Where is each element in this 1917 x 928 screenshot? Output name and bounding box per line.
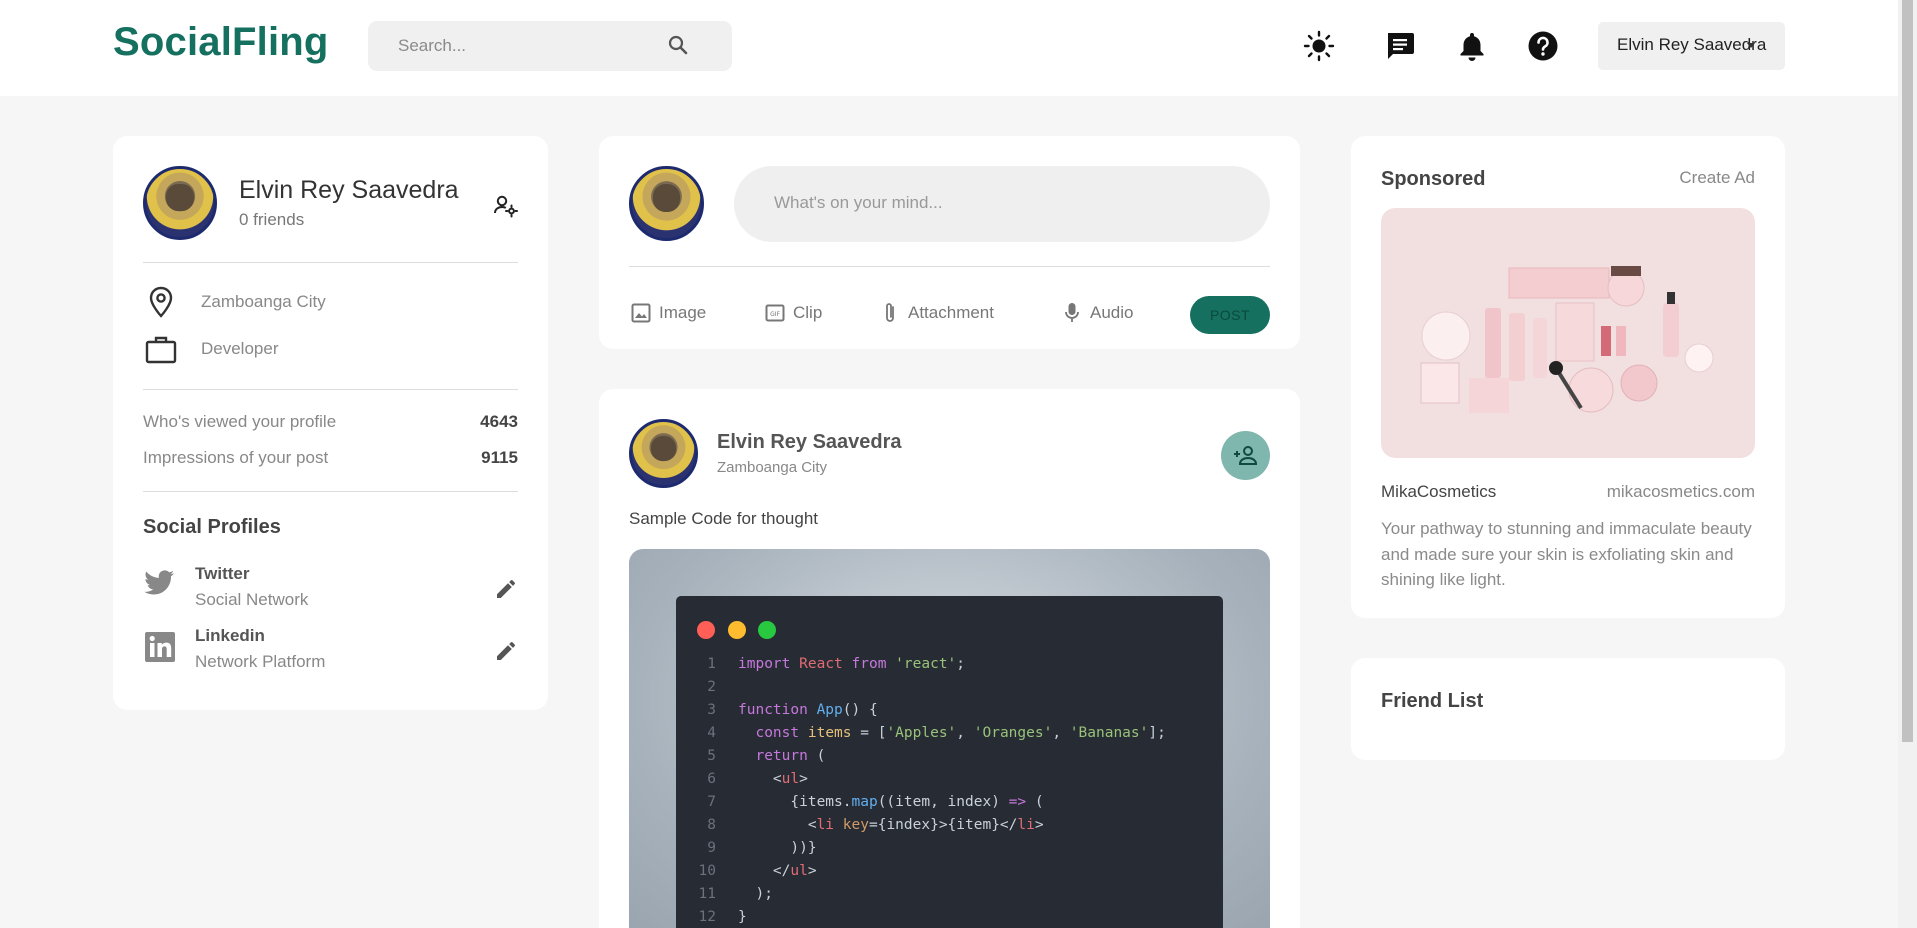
image-icon <box>631 303 651 323</box>
composer-clip-button[interactable]: Clip <box>793 303 822 323</box>
profile-occupation: Developer <box>201 339 279 358</box>
friend-list-title: Friend List <box>1381 690 1484 712</box>
composer-attachment-button[interactable]: Attachment <box>908 303 994 323</box>
location-pin-icon <box>149 286 173 318</box>
help-icon[interactable] <box>1526 29 1560 63</box>
composer-input[interactable]: What's on your mind... <box>734 166 1270 242</box>
edit-pencil-icon[interactable] <box>494 577 518 601</box>
search-input[interactable] <box>398 21 658 71</box>
linkedin-icon <box>145 632 175 662</box>
stat-value-impressions: 9115 <box>481 448 518 467</box>
post-author-name[interactable]: Elvin Rey Saavedra <box>717 431 902 454</box>
code-line: 11 ); <box>698 886 773 902</box>
profile-card: Elvin Rey Saavedra 0 friends Zamboanga C… <box>113 136 548 710</box>
social-linkedin-name[interactable]: Linkedin <box>195 626 265 646</box>
post-code-image[interactable]: 1 import React from 'react'; 2 3 function Ap… <box>629 549 1270 928</box>
top-navbar: SocialFling Elvin Rey Saavedra <box>0 0 1898 96</box>
code-line: 1 import React from 'react'; <box>707 656 966 672</box>
sponsored-description: Your pathway to stunning and immaculate … <box>1381 519 1752 589</box>
avatar[interactable] <box>629 419 698 488</box>
avatar[interactable] <box>143 166 217 240</box>
sponsored-ad-image[interactable] <box>1381 208 1755 458</box>
post-button[interactable]: POST <box>1190 296 1270 334</box>
profile-name[interactable]: Elvin Rey Saavedra <box>239 176 459 205</box>
page-scrollbar-thumb[interactable] <box>1902 0 1913 742</box>
stat-label-impressions: Impressions of your post <box>143 448 329 467</box>
sponsored-site-link[interactable]: mikacosmetics.com <box>1607 482 1755 502</box>
svg-text:GIF: GIF <box>770 311 780 318</box>
post-author-location: Zamboanga City <box>717 459 828 476</box>
code-line: 8 <li key={index}>{item}</li> <box>707 817 1044 833</box>
composer-image-button[interactable]: Image <box>659 303 706 323</box>
avatar[interactable] <box>629 166 704 241</box>
divider <box>143 389 518 390</box>
attachment-paperclip-icon <box>886 303 894 322</box>
code-line: 7 {items.map((item, index) => ( <box>707 794 1044 810</box>
code-line: 5 return ( <box>707 748 826 764</box>
code-line: 4 const items = ['Apples', 'Oranges', 'B… <box>707 725 1166 741</box>
code-line: 9 ))} <box>707 840 817 856</box>
sponsored-title: Sponsored <box>1381 168 1486 190</box>
code-line: 10 </ul> <box>698 863 817 879</box>
work-briefcase-icon <box>145 336 177 364</box>
manage-account-icon[interactable] <box>493 193 519 219</box>
friend-list-card: Friend List <box>1351 658 1785 760</box>
user-menu-name: Elvin Rey Saavedra <box>1617 35 1767 54</box>
twitter-icon <box>144 570 174 595</box>
divider <box>143 262 518 263</box>
code-line: 2 <box>707 679 716 695</box>
messages-icon[interactable] <box>1383 29 1417 63</box>
friends-count: 0 friends <box>239 210 305 229</box>
microphone-icon <box>1065 303 1079 322</box>
app-logo[interactable]: SocialFling <box>113 20 329 65</box>
post-composer: What's on your mind... Image GIF Clip At… <box>599 136 1300 349</box>
add-friend-button[interactable] <box>1221 431 1270 480</box>
chevron-down-icon <box>1747 43 1755 48</box>
social-linkedin-sub: Network Platform <box>195 652 326 671</box>
light-mode-icon[interactable] <box>1302 29 1336 63</box>
stat-value-profile-views: 4643 <box>480 412 518 431</box>
code-window: 1 import React from 'react'; 2 3 function Ap… <box>676 596 1223 928</box>
divider <box>143 491 518 492</box>
window-close-dot <box>697 621 715 639</box>
window-maximize-dot <box>758 621 776 639</box>
gif-clip-icon: GIF <box>765 304 785 322</box>
stat-label-profile-views: Who's viewed your profile <box>143 412 337 431</box>
user-menu-select[interactable]: Elvin Rey Saavedra <box>1598 22 1785 70</box>
add-person-icon <box>1234 446 1258 465</box>
divider <box>629 266 1270 267</box>
create-ad-link[interactable]: Create Ad <box>1679 168 1755 188</box>
edit-pencil-icon[interactable] <box>494 639 518 663</box>
sponsored-card: Sponsored Create Ad MikaCosmetics mikaco… <box>1351 136 1785 618</box>
code-line: 6 <ul> <box>707 771 808 787</box>
profile-location: Zamboanga City <box>201 292 326 311</box>
composer-audio-button[interactable]: Audio <box>1090 303 1133 323</box>
sponsored-brand: MikaCosmetics <box>1381 482 1497 501</box>
composer-placeholder: What's on your mind... <box>774 193 943 212</box>
post-text: Sample Code for thought <box>629 509 819 528</box>
search-icon[interactable] <box>666 33 690 57</box>
code-line: 3 function App() { <box>707 702 878 718</box>
notifications-icon[interactable] <box>1455 29 1489 63</box>
social-twitter-sub: Social Network <box>195 590 309 609</box>
social-twitter-name[interactable]: Twitter <box>195 564 249 584</box>
social-profiles-title: Social Profiles <box>143 516 281 538</box>
code-line: 12} <box>698 909 747 925</box>
window-minimize-dot <box>728 621 746 639</box>
